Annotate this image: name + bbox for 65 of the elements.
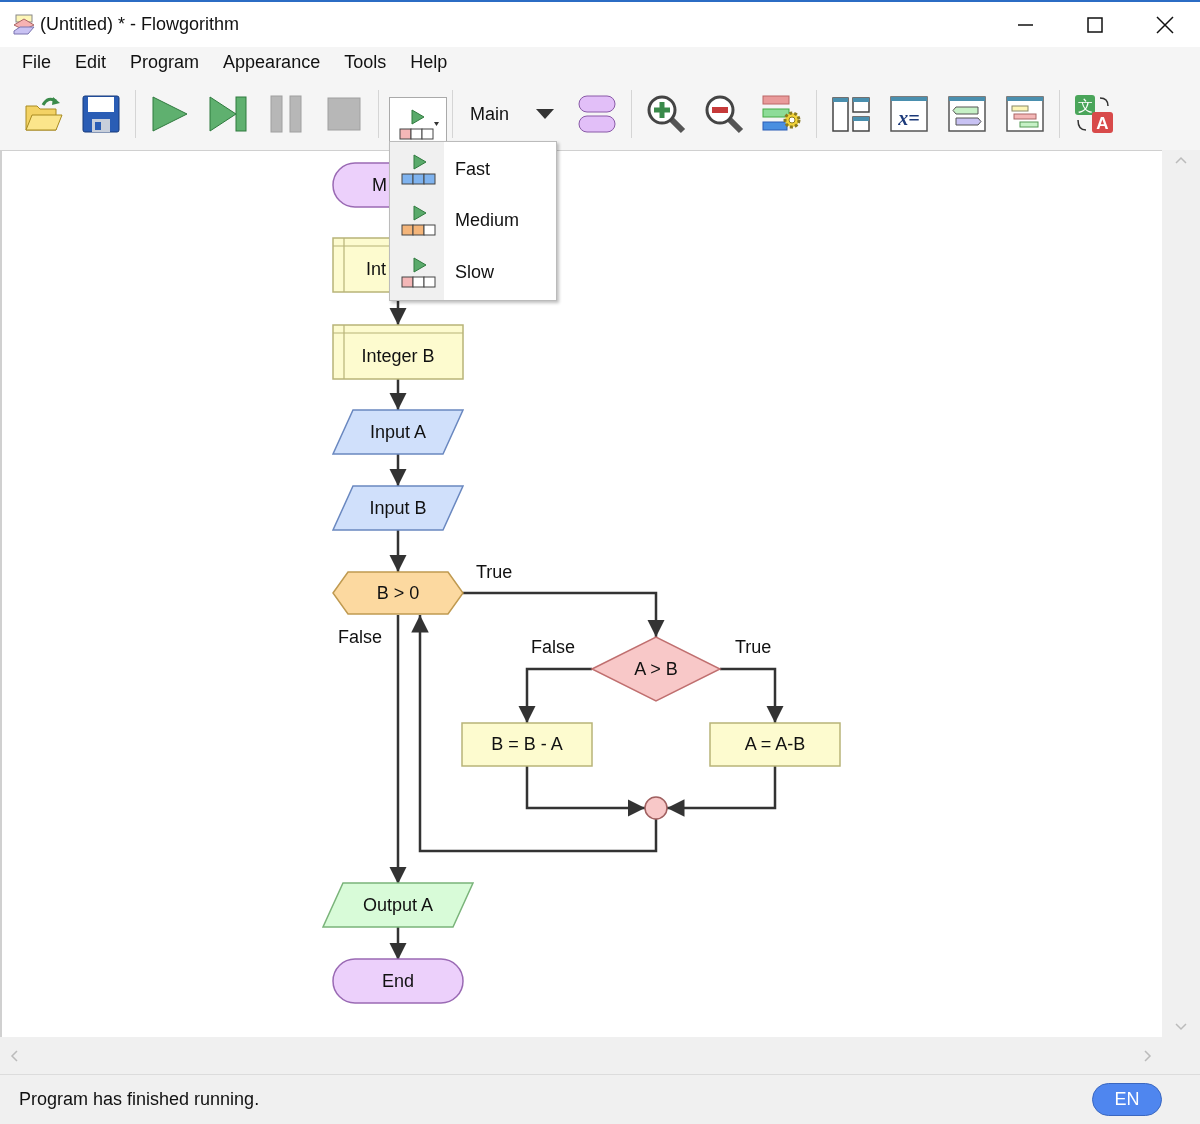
menu-item[interactable]: Program bbox=[118, 47, 212, 78]
layout-settings-icon bbox=[762, 94, 802, 134]
zoom-out-icon bbox=[704, 94, 744, 134]
pause-icon bbox=[270, 95, 302, 133]
variables-icon: x= bbox=[890, 95, 928, 133]
node-text: B = B - A bbox=[491, 734, 563, 754]
node-text: M bbox=[372, 175, 387, 195]
node-text: A = A-B bbox=[744, 734, 806, 754]
variables-button[interactable]: x= bbox=[880, 85, 938, 143]
connector-arrow bbox=[389, 454, 407, 486]
speed-icon bbox=[398, 255, 436, 289]
menu-item[interactable]: Edit bbox=[63, 47, 119, 78]
window-title: (Untitled) * - Flowgorithm bbox=[40, 13, 240, 36]
menu-item[interactable]: Fast bbox=[390, 144, 556, 196]
speed-icon bbox=[398, 153, 436, 187]
open-folder-icon bbox=[23, 94, 63, 134]
loop-shape[interactable] bbox=[332, 571, 464, 615]
node-text: Input A bbox=[369, 422, 427, 442]
menu-item[interactable]: Appearance bbox=[211, 47, 333, 78]
declare-shape[interactable] bbox=[332, 324, 464, 380]
language-button[interactable]: EN bbox=[1092, 1083, 1162, 1116]
node-text: Output A bbox=[362, 895, 434, 915]
panels-icon bbox=[832, 95, 870, 133]
input-shape[interactable] bbox=[331, 409, 465, 455]
branch-label: False bbox=[531, 637, 575, 657]
menu-item[interactable]: Help bbox=[398, 47, 460, 78]
node-text: B > 0 bbox=[376, 583, 420, 603]
menu-item[interactable]: Tools bbox=[332, 47, 399, 78]
console-icon bbox=[948, 95, 986, 133]
translate-button[interactable]: 文 A bbox=[1065, 85, 1123, 143]
step-icon bbox=[208, 94, 248, 134]
zoom-in-icon bbox=[646, 94, 686, 134]
bars-window-icon bbox=[1006, 95, 1044, 133]
speed-icon bbox=[398, 204, 436, 238]
status-message: Program has finished running. bbox=[19, 1088, 260, 1111]
junction-circle[interactable] bbox=[644, 796, 668, 820]
menu-item[interactable]: Slow bbox=[390, 246, 556, 298]
branch-label: False bbox=[338, 627, 382, 647]
assign-shape[interactable] bbox=[461, 722, 593, 767]
function-selector[interactable]: Main bbox=[458, 94, 568, 134]
app-icon bbox=[12, 12, 36, 37]
terminal-shape[interactable] bbox=[332, 958, 464, 1004]
assign-shape[interactable] bbox=[709, 722, 841, 767]
node-text: End bbox=[382, 971, 414, 991]
connector-arrow bbox=[389, 530, 407, 572]
node-text: A > B bbox=[634, 659, 678, 679]
node-text: Input B bbox=[369, 498, 427, 518]
input-shape[interactable] bbox=[331, 485, 465, 531]
output-shape[interactable] bbox=[321, 882, 475, 928]
dropdown-caret-icon bbox=[536, 109, 554, 119]
play-icon bbox=[150, 94, 190, 134]
connector-arrow bbox=[720, 667, 784, 723]
menu-item[interactable]: Medium bbox=[390, 195, 556, 247]
node-text: Integer B bbox=[361, 346, 435, 366]
menu-item[interactable]: File bbox=[10, 47, 63, 78]
node-text: Int bbox=[366, 259, 386, 279]
branch-label: True bbox=[476, 562, 513, 582]
connector-arrow bbox=[389, 379, 407, 410]
functions-icon bbox=[578, 95, 616, 133]
decision-shape[interactable] bbox=[590, 636, 722, 702]
speed-icon bbox=[397, 107, 434, 141]
branch-label: True bbox=[735, 637, 772, 657]
caret-icon bbox=[434, 122, 439, 126]
stop-icon bbox=[327, 97, 361, 131]
connector-arrow bbox=[389, 927, 407, 960]
